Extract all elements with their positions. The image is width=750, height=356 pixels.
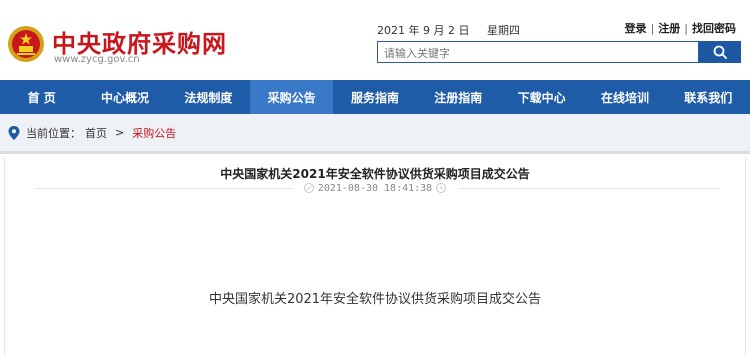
nav-item-about[interactable]: 中心概况 — [83, 80, 166, 114]
national-emblem-icon — [8, 26, 44, 62]
nav-item-online-training[interactable]: 在线培训 — [583, 80, 666, 114]
nav-item-contact[interactable]: 联系我们 — [667, 80, 750, 114]
breadcrumb: 当前位置： 首页 > 采购公告 — [0, 114, 750, 154]
breadcrumb-home[interactable]: 首页 — [85, 125, 107, 141]
edit-icon — [303, 183, 314, 193]
nav-item-service-guide[interactable]: 服务指南 — [333, 80, 416, 114]
current-weekday: 星期四 — [486, 24, 520, 37]
breadcrumb-separator: > — [115, 126, 125, 139]
breadcrumb-current[interactable]: 采购公告 — [132, 125, 176, 141]
login-link[interactable]: 登录 — [625, 22, 647, 35]
article-panel: 中央国家机关2021年安全软件协议供货采购项目成交公告 2021-08-30 1… — [4, 157, 746, 356]
search-icon — [713, 45, 727, 59]
nav-item-registration-guide[interactable]: 注册指南 — [417, 80, 500, 114]
article-timestamp: 2021-08-30 18:41:38 — [317, 182, 433, 194]
current-date: 2021 年 9 月 2 日 — [377, 24, 470, 37]
article-title: 中央国家机关2021年安全软件协议供货采购项目成交公告 — [220, 167, 530, 181]
site-url: www.zycg.gov.cn — [54, 54, 140, 65]
auth-links: 登录 | 注册 | 找回密码 — [624, 22, 736, 35]
main-nav: 首 页 中心概况 法规制度 采购公告 服务指南 注册指南 下载中心 在线培训 联… — [0, 80, 750, 114]
register-link[interactable]: 注册 — [658, 22, 680, 35]
location-pin-icon — [8, 125, 20, 140]
recover-password-link[interactable]: 找回密码 — [692, 22, 736, 35]
clock-icon — [436, 183, 447, 193]
nav-item-home[interactable]: 首 页 — [0, 80, 83, 114]
search-input[interactable] — [378, 43, 698, 64]
nav-item-regulations[interactable]: 法规制度 — [167, 80, 250, 114]
article-meta: 2021-08-30 18:41:38 — [5, 182, 745, 194]
nav-item-downloads[interactable]: 下载中心 — [500, 80, 583, 114]
breadcrumb-label: 当前位置： — [26, 126, 81, 140]
nav-item-announcements[interactable]: 采购公告 — [249, 80, 334, 114]
site-header: 中央政府采购网 www.zycg.gov.cn 2021 年 9 月 2 日 星… — [0, 0, 750, 80]
date-display: 2021 年 9 月 2 日 星期四 — [377, 22, 534, 38]
search-button[interactable] — [699, 41, 741, 63]
article-body: 中央国家机关2021年安全软件协议供货采购项目成交公告 — [208, 292, 542, 307]
search-box — [377, 41, 699, 64]
